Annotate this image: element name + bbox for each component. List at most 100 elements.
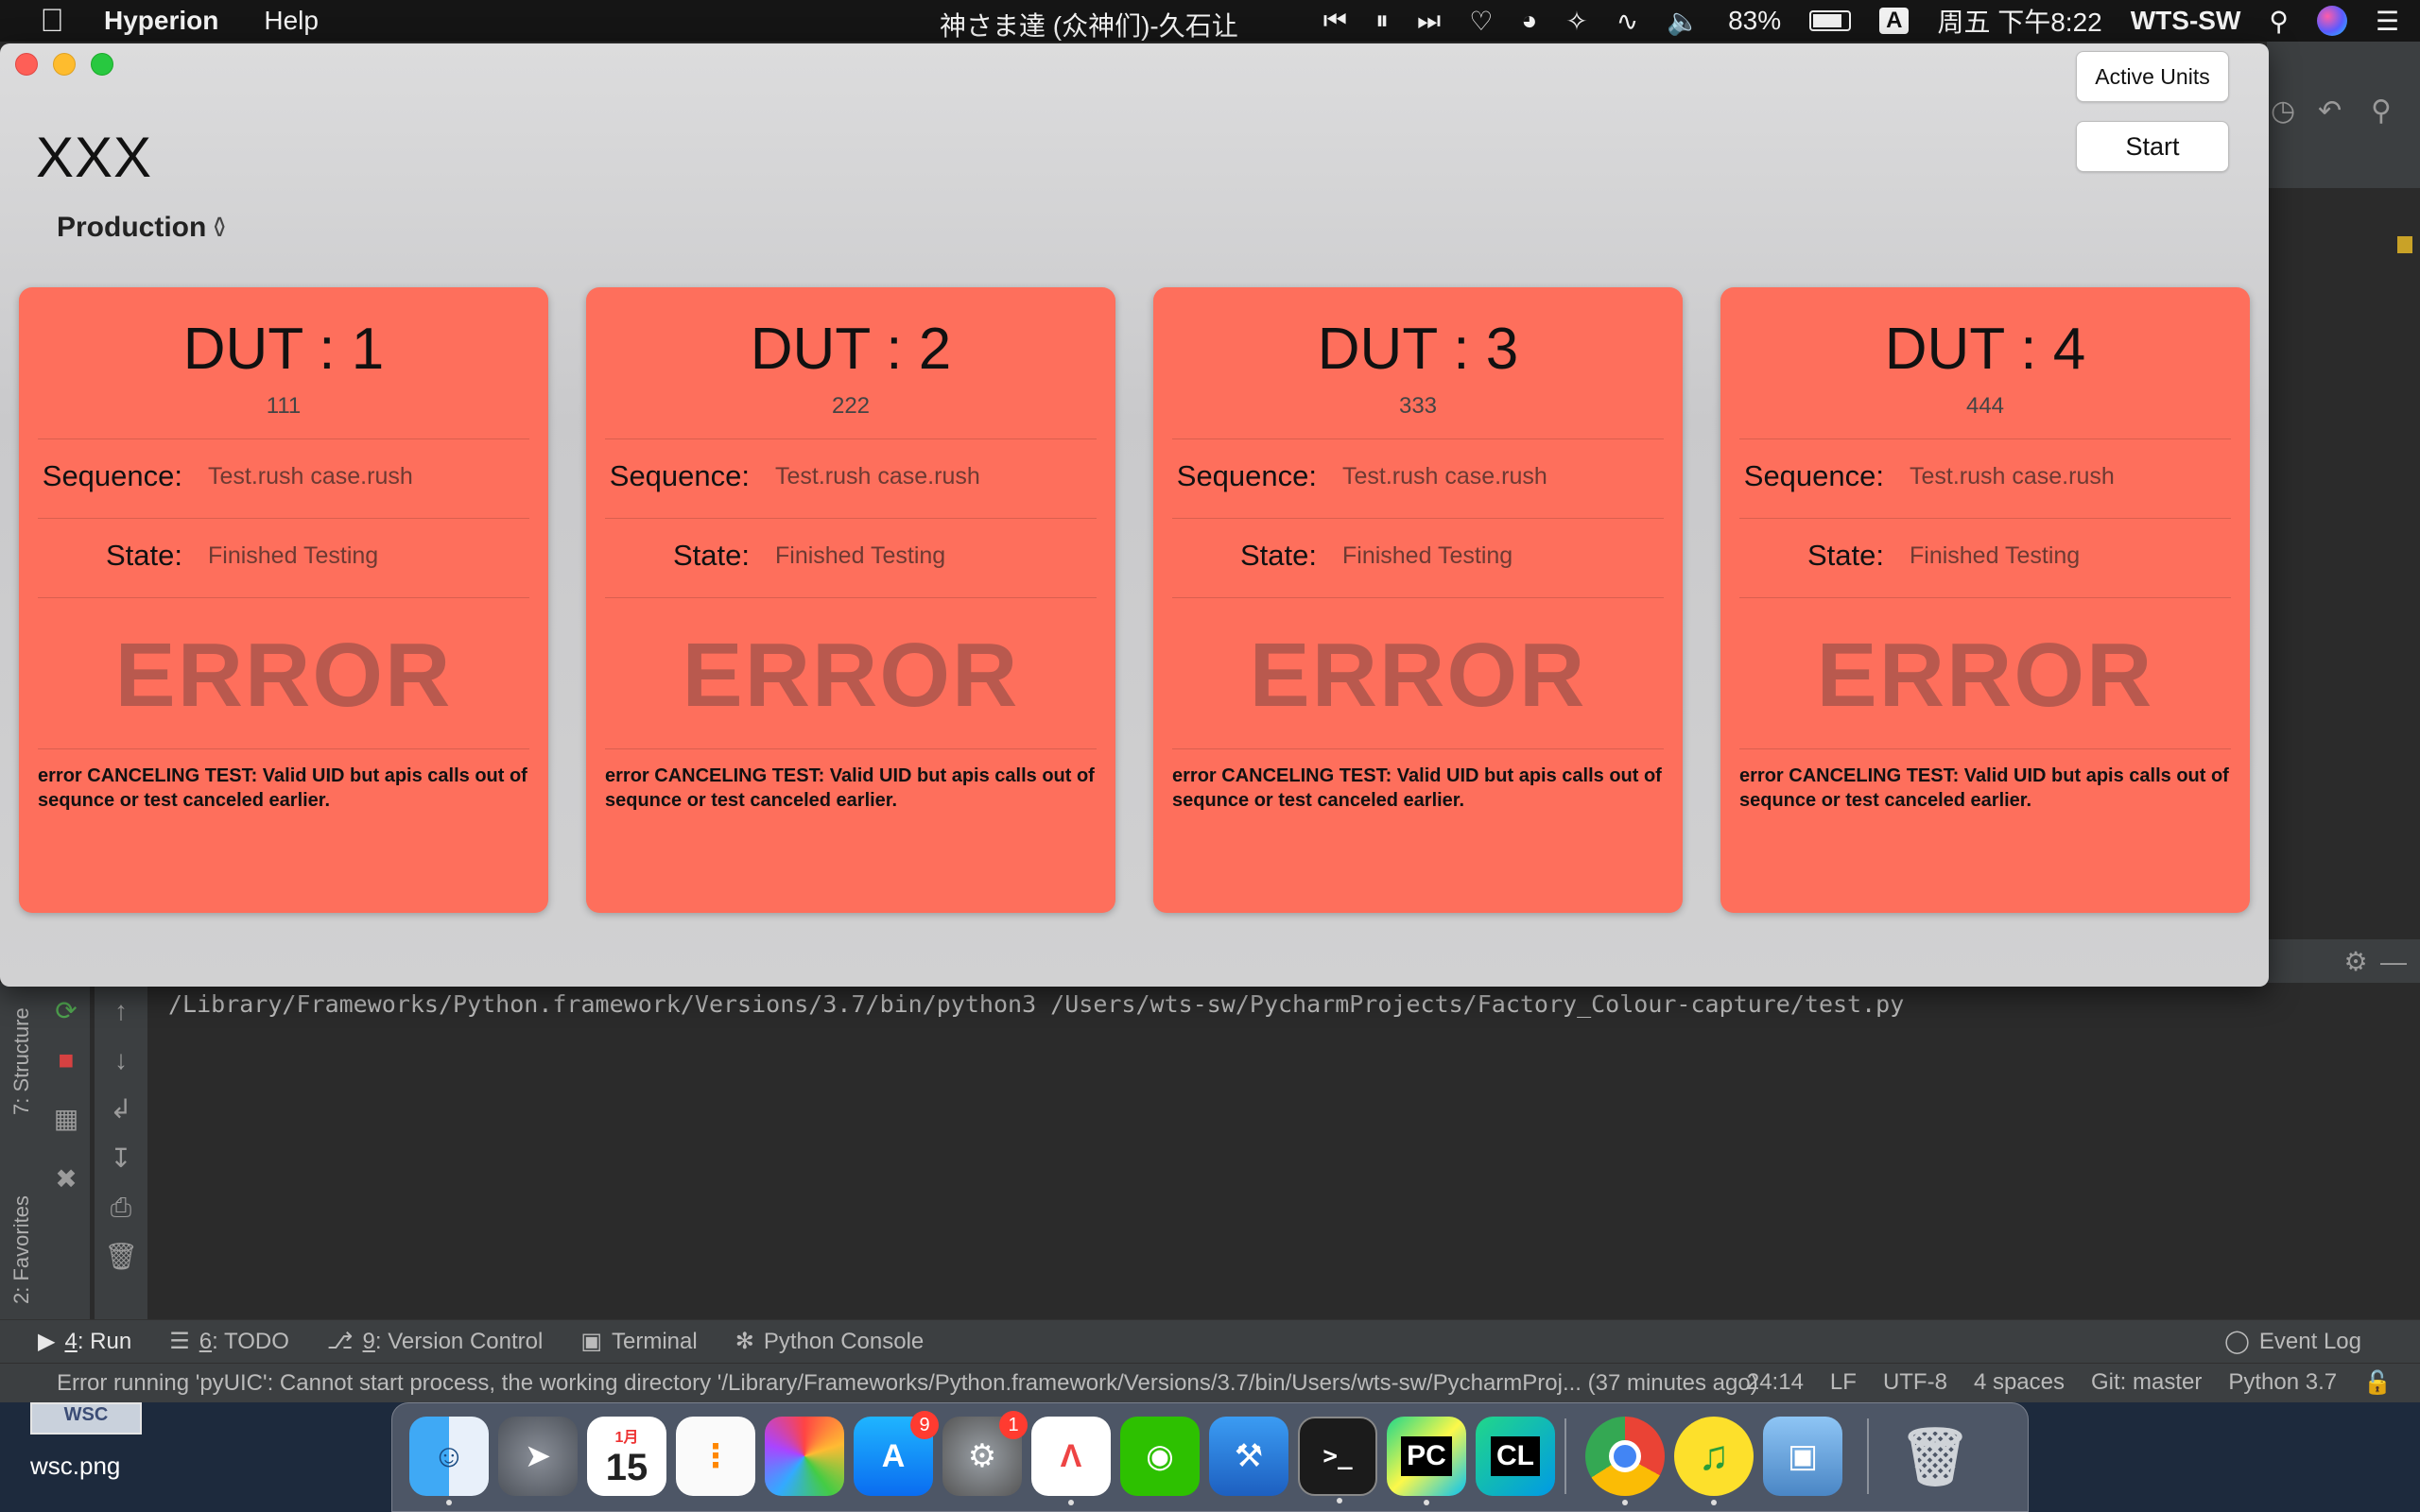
battery-icon[interactable] (1809, 10, 1852, 31)
close-window-icon[interactable] (15, 53, 38, 76)
sequence-label: Sequence: (609, 459, 750, 492)
indent-setting[interactable]: 4 spaces (1974, 1369, 2065, 1397)
tab-python-console[interactable]: ✻ Python Console (735, 1328, 925, 1355)
trash-icon[interactable]: 🗑 (104, 1240, 138, 1274)
structure-tool-tab[interactable]: 7: Structure (9, 1007, 34, 1115)
globe-icon[interactable]: ◕ (1521, 6, 1537, 36)
spotlight-search-icon[interactable]: ⚲ (2269, 6, 2289, 37)
divider (38, 518, 529, 519)
mode-select[interactable]: Production ˄ ˅ (57, 212, 225, 244)
bluetooth-icon[interactable]: ✧ (1565, 6, 1587, 37)
system-preferences-icon[interactable]: ⚙ 1 (942, 1411, 1028, 1496)
reminders-icon[interactable]: ⋮ (676, 1417, 755, 1496)
soft-wrap-icon[interactable]: ↲ (104, 1092, 138, 1126)
battery-percent[interactable]: 83% (1728, 6, 1781, 36)
result-status: ERROR (682, 625, 1020, 726)
clock[interactable]: 周五 下午8:22 (1937, 2, 2101, 40)
scroll-to-end-icon[interactable]: ↧ (104, 1142, 138, 1176)
history-icon[interactable]: ◷ (2271, 94, 2295, 128)
user-menu[interactable]: WTS-SW (2131, 6, 2241, 36)
state-label: State: (1240, 539, 1317, 572)
run-panel-header: ⚙ — (2267, 939, 2420, 987)
divider (1739, 597, 2231, 598)
wechat-icon[interactable]: ◉ (1120, 1417, 1200, 1496)
next-track-icon[interactable]: ⏭ (1417, 6, 1441, 37)
menu-bar:  Hyperion Help 神さま達 (众神们)-久石让 ⏮ ⏸ ⏭ ♡ ◕… (0, 0, 2420, 42)
cursor-position[interactable]: 24:14 (1747, 1369, 1804, 1397)
pause-icon[interactable]: ⏸ (1375, 6, 1389, 37)
error-message: error CANCELING TEST: Valid UID but apis… (605, 765, 1095, 811)
active-units-button[interactable]: Active Units (2076, 51, 2229, 102)
run-console[interactable] (147, 983, 2420, 1361)
previous-track-icon[interactable]: ⏮ (1323, 6, 1347, 37)
error-message: error CANCELING TEST: Valid UID but apis… (38, 765, 527, 811)
file-thumbnail: WSC (30, 1402, 142, 1435)
favorites-tool-tab[interactable]: 2: Favorites (9, 1195, 34, 1304)
help-menu[interactable]: Help (264, 6, 319, 36)
event-log-button[interactable]: ◯ Event Log (2224, 1328, 2361, 1355)
zoom-window-icon[interactable] (91, 53, 113, 76)
chrome-icon[interactable] (1585, 1417, 1665, 1505)
state-label: State: (673, 539, 750, 572)
desktop-file[interactable]: WSC wsc.png (23, 1402, 164, 1481)
git-branch[interactable]: Git: master (2091, 1369, 2202, 1397)
trash-icon[interactable]: 🗑 (1895, 1417, 1975, 1496)
app-menu[interactable]: Hyperion (104, 6, 218, 36)
ide-status-bar: Error running 'pyUIC': Cannot start proc… (0, 1363, 2420, 1402)
rerun-icon[interactable]: ⟳ (49, 994, 83, 1028)
photos-icon[interactable] (765, 1417, 844, 1496)
search-icon[interactable]: ⚲ (2371, 94, 2392, 128)
volume-icon[interactable]: 🔈 (1667, 6, 1700, 37)
xcode-icon[interactable]: ⚒ (1209, 1417, 1288, 1496)
gear-icon[interactable]: ⚙ (2339, 945, 2373, 979)
launchpad-icon[interactable]: ➤ (498, 1417, 578, 1496)
tab-version-control[interactable]: ⎇ 9: Version Control (327, 1328, 543, 1355)
status-message[interactable]: Error running 'pyUIC': Cannot start proc… (57, 1370, 1758, 1397)
clion-icon[interactable]: CL (1476, 1417, 1555, 1496)
terminal-app-icon[interactable]: >_ (1298, 1417, 1377, 1503)
state-value: Finished Testing (1342, 542, 1513, 569)
stop-icon[interactable]: ■ (49, 1043, 83, 1077)
dut-card-2: DUT : 2 222 Sequence: Test.rush case.rus… (586, 287, 1115, 913)
lock-icon[interactable]: 🔓 (2363, 1369, 2392, 1397)
appstore-icon[interactable]: A9 (854, 1411, 939, 1496)
divider (1172, 748, 1664, 749)
calendar-icon[interactable]: 1月 15 (587, 1417, 666, 1496)
music-app-icon[interactable]: ♫ (1674, 1417, 1754, 1505)
dut-title: DUT : 2 (750, 317, 952, 382)
layout-icon[interactable]: ▦ (49, 1102, 83, 1136)
divider (1172, 597, 1664, 598)
finder-icon[interactable]: ☺ (409, 1417, 489, 1505)
tab-terminal[interactable]: ▣ Terminal (580, 1328, 697, 1355)
wifi-icon[interactable]: ∿ (1616, 6, 1638, 37)
tab-run[interactable]: ▶ 4: Run (38, 1328, 131, 1355)
sequence-label: Sequence: (1743, 459, 1884, 492)
dut-uid: 333 (1398, 393, 1438, 419)
down-arrow-icon[interactable]: ↓ (104, 1043, 138, 1077)
up-arrow-icon[interactable]: ↑ (104, 994, 138, 1028)
dut-uid: 222 (831, 393, 871, 419)
minimize-window-icon[interactable] (53, 53, 76, 76)
divider (1739, 438, 2231, 439)
print-icon[interactable]: ⎙ (104, 1191, 138, 1225)
warning-marker-icon[interactable] (2397, 236, 2412, 253)
start-button[interactable]: Start (2076, 121, 2229, 172)
pin-icon[interactable]: ✖ (49, 1162, 83, 1196)
file-label: wsc.png (30, 1452, 121, 1480)
creative-app-icon[interactable]: Λ (1031, 1417, 1111, 1505)
pycharm-icon[interactable]: PC (1387, 1417, 1466, 1505)
python-interpreter[interactable]: Python 3.7 (2228, 1369, 2337, 1397)
apple-menu-icon[interactable]:  (0, 3, 104, 40)
siri-icon[interactable] (2316, 6, 2347, 36)
run-toolbar-secondary: ↑ ↓ ↲ ↧ ⎙ 🗑 (95, 983, 147, 1361)
file-encoding[interactable]: UTF-8 (1883, 1369, 1947, 1397)
heart-icon[interactable]: ♡ (1469, 6, 1493, 37)
tab-todo[interactable]: ☰ 6: TODO (169, 1328, 289, 1355)
minimize-panel-icon[interactable]: — (2377, 945, 2411, 979)
line-separator[interactable]: LF (1830, 1369, 1857, 1397)
notification-center-icon[interactable]: ☰ (2376, 6, 2399, 37)
input-method-icon[interactable]: A (1879, 8, 1910, 34)
undo-icon[interactable]: ↶ (2318, 94, 2342, 128)
mode-select-value: Production (57, 212, 207, 243)
preview-icon[interactable]: ▣ (1763, 1417, 1842, 1496)
